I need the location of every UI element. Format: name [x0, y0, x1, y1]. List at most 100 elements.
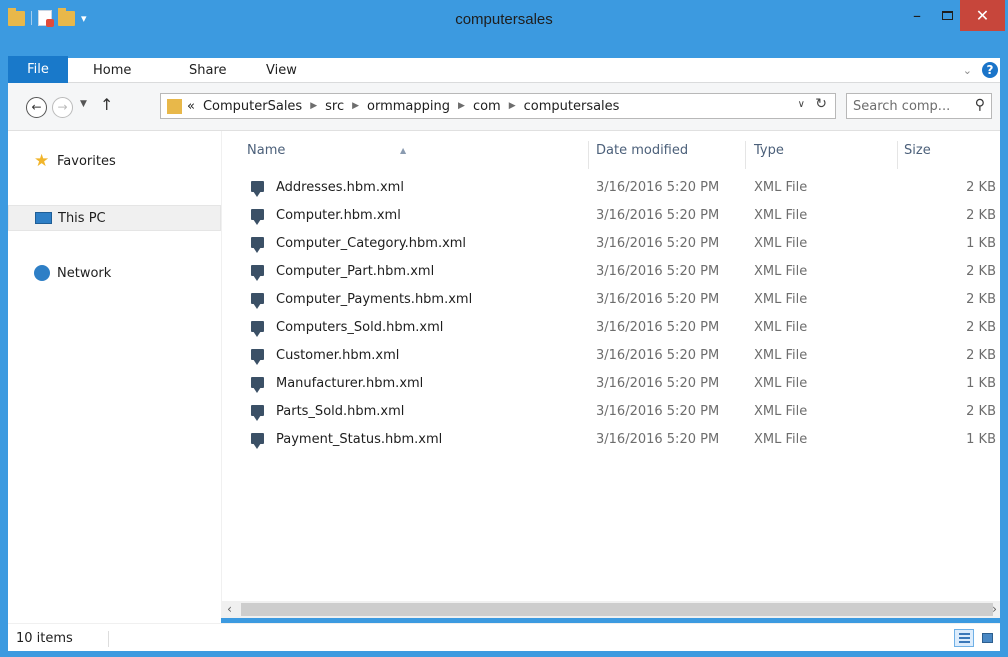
ribbon-controls: ⌄ ?	[963, 62, 998, 78]
breadcrumb-item[interactable]: com	[473, 99, 501, 114]
file-date: 3/16/2016 5:20 PM	[596, 404, 720, 419]
scrollbar-thumb[interactable]	[241, 603, 993, 616]
scroll-right-icon[interactable]: ›	[986, 601, 1003, 618]
file-name: Customer.hbm.xml	[276, 348, 400, 363]
title-bar[interactable]: ▾ computersales – ✕	[0, 0, 1008, 40]
chevron-right-icon[interactable]: ▶	[310, 101, 317, 111]
search-box[interactable]: ⚲	[846, 93, 992, 119]
file-type: XML File	[754, 236, 808, 251]
computer-icon	[35, 210, 53, 226]
window-title: computersales	[455, 11, 553, 28]
file-size: 2 KB	[966, 292, 996, 307]
breadcrumb-item[interactable]: ormmapping	[367, 99, 450, 114]
file-list: Name ▲ Date modified Type Size Addresses…	[221, 131, 1000, 601]
column-divider[interactable]	[897, 141, 898, 169]
refresh-icon[interactable]: ↻	[815, 96, 827, 112]
file-type: XML File	[754, 376, 808, 391]
large-icons-view-icon	[982, 633, 993, 643]
maximize-button[interactable]	[934, 0, 960, 31]
xml-file-icon	[251, 433, 264, 449]
column-header-size[interactable]: Size	[904, 143, 931, 167]
file-type: XML File	[754, 208, 808, 223]
column-divider[interactable]	[745, 141, 746, 169]
breadcrumb-item[interactable]: src	[325, 99, 344, 114]
chevron-down-icon[interactable]: ⌄	[963, 64, 972, 77]
tab-view[interactable]: View	[266, 58, 297, 83]
file-row[interactable]: Parts_Sold.hbm.xml 3/16/2016 5:20 PM XML…	[222, 399, 1001, 427]
minimize-button[interactable]: –	[900, 0, 934, 31]
file-type: XML File	[754, 320, 808, 335]
ribbon-tabs: File Home Share View ⌄ ?	[8, 56, 1000, 83]
file-size: 2 KB	[966, 264, 996, 279]
file-date: 3/16/2016 5:20 PM	[596, 320, 720, 335]
sort-ascending-icon: ▲	[400, 146, 407, 155]
up-button[interactable]: ↑	[100, 95, 113, 114]
tab-share[interactable]: Share	[189, 58, 227, 83]
file-type: XML File	[754, 292, 808, 307]
details-view-button[interactable]	[954, 629, 974, 647]
file-name: Computer_Part.hbm.xml	[276, 264, 435, 279]
xml-file-icon	[251, 181, 264, 197]
file-size: 2 KB	[966, 208, 996, 223]
breadcrumb-overflow[interactable]: «	[187, 99, 195, 114]
file-row[interactable]: Computer.hbm.xml 3/16/2016 5:20 PM XML F…	[222, 203, 1001, 231]
close-button[interactable]: ✕	[960, 0, 1005, 31]
search-input[interactable]	[853, 97, 965, 115]
file-name: Parts_Sold.hbm.xml	[276, 404, 405, 419]
file-row[interactable]: Computer_Part.hbm.xml 3/16/2016 5:20 PM …	[222, 259, 1001, 287]
scroll-left-icon[interactable]: ‹	[221, 601, 238, 618]
file-row[interactable]: Payment_Status.hbm.xml 3/16/2016 5:20 PM…	[222, 427, 1001, 455]
xml-file-icon	[251, 377, 264, 393]
nav-item-network[interactable]: Network	[8, 260, 221, 286]
file-row[interactable]: Computer_Payments.hbm.xml 3/16/2016 5:20…	[222, 287, 1001, 315]
nav-item-label: Network	[57, 265, 112, 281]
file-name: Manufacturer.hbm.xml	[276, 376, 424, 391]
file-row[interactable]: Computer_Category.hbm.xml 3/16/2016 5:20…	[222, 231, 1001, 259]
chevron-right-icon[interactable]: ▶	[458, 101, 465, 111]
file-date: 3/16/2016 5:20 PM	[596, 236, 720, 251]
column-header-name[interactable]: Name ▲	[247, 143, 406, 167]
address-history-icon[interactable]: ∨	[798, 99, 805, 110]
maximize-icon	[941, 11, 953, 20]
recent-locations-button[interactable]: ▼	[80, 99, 87, 109]
tab-file[interactable]: File	[8, 56, 68, 83]
column-header-date[interactable]: Date modified	[596, 143, 688, 167]
breadcrumb-item[interactable]: ComputerSales	[203, 99, 302, 114]
status-divider	[108, 631, 109, 647]
file-size: 2 KB	[966, 348, 996, 363]
help-icon[interactable]: ?	[982, 62, 998, 78]
file-name: Addresses.hbm.xml	[276, 180, 404, 195]
folder-icon	[167, 99, 182, 114]
file-row[interactable]: Addresses.hbm.xml 3/16/2016 5:20 PM XML …	[222, 175, 1001, 203]
large-icons-view-button[interactable]	[977, 629, 997, 647]
breadcrumb-item[interactable]: computersales	[524, 99, 620, 114]
file-row[interactable]: Customer.hbm.xml 3/16/2016 5:20 PM XML F…	[222, 343, 1001, 371]
horizontal-scrollbar[interactable]: ‹ ›	[221, 601, 1000, 618]
forward-button[interactable]: →	[52, 97, 73, 118]
file-size: 1 KB	[966, 432, 996, 447]
file-size: 1 KB	[966, 236, 996, 251]
column-divider[interactable]	[588, 141, 589, 169]
tab-home[interactable]: Home	[93, 58, 131, 83]
nav-item-this-pc[interactable]: This PC	[8, 205, 221, 231]
file-row[interactable]: Computers_Sold.hbm.xml 3/16/2016 5:20 PM…	[222, 315, 1001, 343]
column-header-type[interactable]: Type	[754, 143, 784, 167]
file-type: XML File	[754, 180, 808, 195]
file-date: 3/16/2016 5:20 PM	[596, 376, 720, 391]
file-row[interactable]: Manufacturer.hbm.xml 3/16/2016 5:20 PM X…	[222, 371, 1001, 399]
chevron-right-icon[interactable]: ▶	[509, 101, 516, 111]
chevron-right-icon[interactable]: ▶	[352, 101, 359, 111]
back-button[interactable]: ←	[26, 97, 47, 118]
address-bar[interactable]: « ComputerSales ▶ src ▶ ormmapping ▶ com…	[160, 93, 836, 119]
file-size: 1 KB	[966, 376, 996, 391]
file-date: 3/16/2016 5:20 PM	[596, 264, 720, 279]
file-type: XML File	[754, 432, 808, 447]
nav-item-label: This PC	[58, 210, 106, 226]
nav-item-favorites[interactable]: ★ Favorites	[8, 148, 221, 174]
xml-file-icon	[251, 209, 264, 225]
search-icon[interactable]: ⚲	[975, 97, 985, 113]
xml-file-icon	[251, 293, 264, 309]
file-date: 3/16/2016 5:20 PM	[596, 208, 720, 223]
breadcrumb: « ComputerSales ▶ src ▶ ormmapping ▶ com…	[187, 94, 619, 118]
file-name: Computer_Category.hbm.xml	[276, 236, 467, 251]
